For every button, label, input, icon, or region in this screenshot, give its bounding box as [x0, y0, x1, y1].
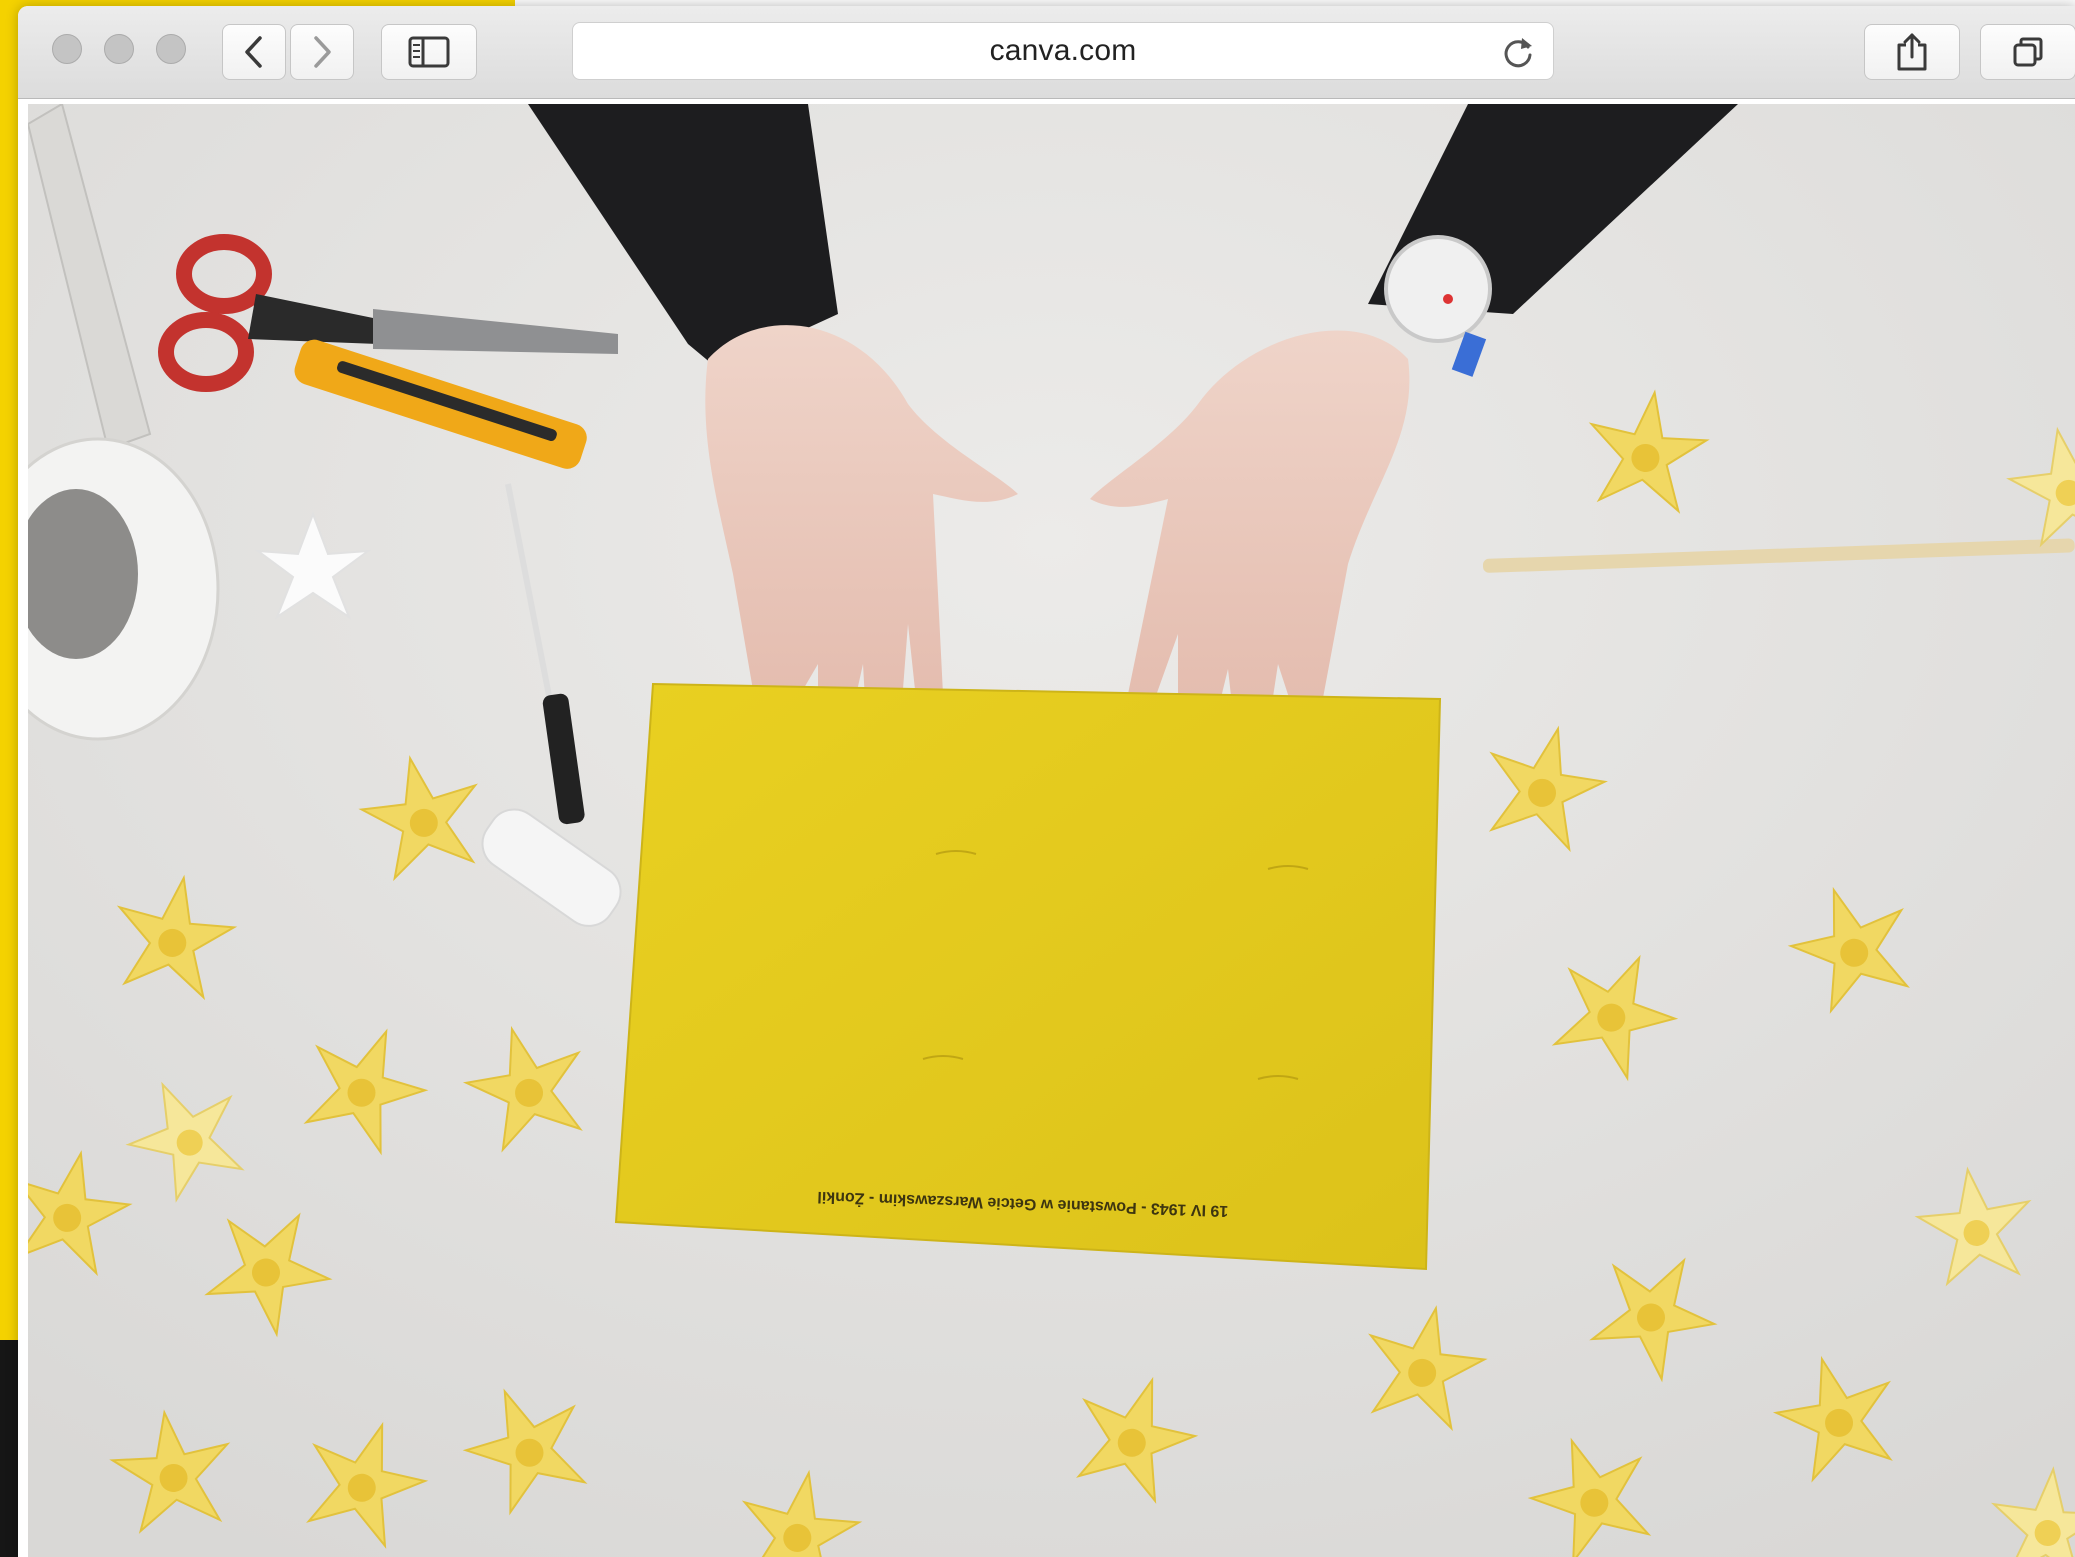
browser-window: canva.com 19 IV 1943 - Powstanie w Getci…: [18, 6, 2075, 1557]
share-icon: [1897, 33, 1927, 71]
tabs-icon: [2013, 37, 2043, 67]
close-window-button[interactable]: [52, 34, 82, 64]
craft-scene: 19 IV 1943 - Powstanie w Getcie Warszaws…: [28, 104, 2075, 1557]
minimize-window-button[interactable]: [104, 34, 134, 64]
reload-icon[interactable]: [1501, 35, 1535, 69]
screen: canva.com 19 IV 1943 - Powstanie w Getci…: [0, 0, 2075, 1557]
forward-icon: [314, 36, 331, 68]
browser-toolbar: canva.com: [18, 6, 2075, 99]
zoom-window-button[interactable]: [156, 34, 186, 64]
forward-button[interactable]: [290, 24, 354, 80]
share-button[interactable]: [1864, 24, 1960, 80]
back-button[interactable]: [222, 24, 286, 80]
sidebar-button[interactable]: [381, 24, 477, 80]
back-icon: [245, 36, 262, 68]
video-frame[interactable]: 19 IV 1943 - Powstanie w Getcie Warszaws…: [28, 104, 2075, 1557]
yellow-paper-sheet: 19 IV 1943 - Powstanie w Getcie Warszaws…: [614, 682, 1442, 1271]
sidebar-icon: [408, 36, 450, 68]
url-text: canva.com: [989, 34, 1137, 67]
address-bar[interactable]: canva.com: [572, 22, 1554, 80]
tabs-overview-button[interactable]: [1980, 24, 2075, 80]
